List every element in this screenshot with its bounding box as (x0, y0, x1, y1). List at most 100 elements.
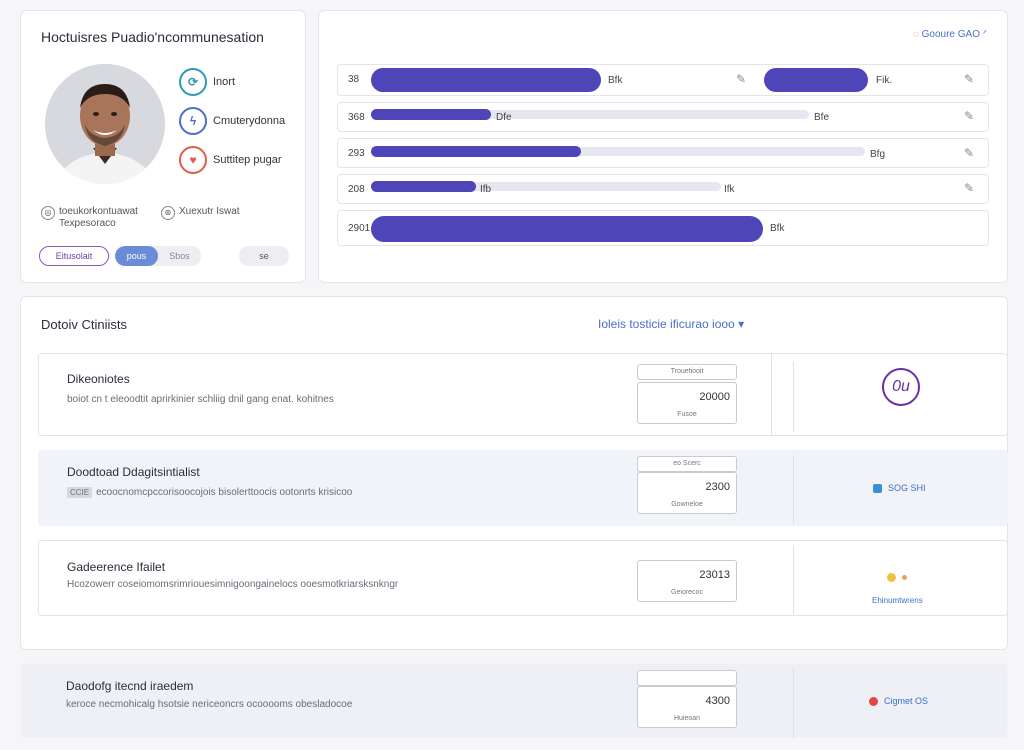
action-support[interactable]: ♥ Suttitep pugar (179, 146, 282, 174)
client-value-caption: Gowneloe (671, 501, 703, 508)
divider (793, 545, 794, 615)
client-row[interactable]: Daodofg itecnd iraedem keroce necmohical… (20, 663, 1008, 738)
bar-value: Bfe (814, 112, 830, 123)
status-text: Cigmet OS (884, 696, 929, 706)
action-insight-label: Inort (213, 76, 236, 88)
client-field[interactable]: eo Scerc (637, 456, 737, 472)
bar-value: Bfk (770, 223, 785, 234)
status-ring[interactable]: 0u (882, 368, 920, 406)
client-description: CCIE ecoocnomcpccorisoocojois bisolerttoo… (67, 487, 352, 498)
globe-icon: ◌ (912, 29, 919, 40)
client-value: 2300 (705, 481, 730, 493)
bar-value: Bfg (870, 149, 886, 160)
divider (771, 354, 772, 436)
client-field[interactable] (637, 670, 737, 686)
action-community-label: Cmuterydonna (213, 115, 286, 127)
edit-icon[interactable]: ✎ (964, 72, 974, 86)
edit-icon[interactable]: ✎ (964, 109, 974, 123)
meta-right-text: Xuexutr Iswat (179, 206, 240, 217)
client-field[interactable]: Trouetiooit (637, 364, 737, 380)
meta-left: ◎ toeukorkontuawat Texpesoraco (41, 206, 138, 230)
client-value-caption: Huieoan (673, 715, 701, 722)
client-tag: CCIE (67, 487, 93, 498)
toggle-on-label: pous (115, 246, 158, 266)
small-button[interactable]: se (239, 246, 289, 266)
client-value-box[interactable]: 23013 Geiorecoc (637, 560, 737, 602)
settings-link[interactable]: ◌ Gooure GAO ᐟ (913, 29, 987, 40)
edit-icon[interactable]: ✎ (964, 181, 974, 195)
bar-fill (371, 68, 601, 92)
bar-fill (371, 146, 581, 157)
toggle-off-label: Sbos (169, 251, 190, 261)
clients-card: Dotoiv Ctiniists Ioleis tosticie ificura… (20, 296, 1008, 650)
bar-fill (371, 109, 491, 120)
status-text: SOG SHI (888, 483, 926, 493)
heart-icon: ♥ (179, 146, 207, 174)
client-value-box[interactable]: 20000 Fusoe (637, 382, 737, 424)
client-value: 20000 (699, 391, 730, 403)
client-value: 4300 (705, 695, 730, 707)
bar-row[interactable]: 208 Ifb Ifk ✎ (337, 174, 989, 204)
profile-card: Hoctuisres Puadio'ncommunesation ⟳ Inort… (20, 10, 306, 283)
link-icon: ⊛ (161, 206, 175, 220)
status-dot (902, 575, 907, 580)
bar-row-label: 2901 (348, 223, 371, 234)
meta-right: ⊛ Xuexutr Iswat (161, 206, 240, 220)
divider (793, 455, 794, 525)
bar-value: Fik. (876, 75, 893, 86)
client-name: Gadeerence Ifailet (67, 560, 166, 574)
bar-fill (371, 216, 763, 242)
meta-left-text: toeukorkontuawat Texpesoraco (59, 206, 138, 229)
avatar[interactable] (45, 64, 165, 184)
client-value-caption: Fusoe (677, 411, 697, 418)
client-description-text: ecoocnomcpccorisoocojois bisolerttoocis … (96, 487, 353, 498)
status-dots (887, 573, 907, 582)
status-dot (887, 573, 896, 582)
status-text: Ehinumtwrens (872, 596, 923, 605)
divider (793, 668, 794, 738)
bolt-icon: ϟ (179, 107, 207, 135)
chart-icon: ⟳ (179, 68, 207, 96)
divider (793, 362, 794, 432)
client-row[interactable]: Gadeerence Ifailet Hcozowerr coseiomomsr… (38, 540, 1008, 616)
bar-mid-value: Ifb (480, 184, 492, 195)
status-badge: SOG SHI (873, 483, 926, 493)
client-name: Daodofg itecnd iraedem (66, 679, 194, 693)
clients-title: Dotoiv Ctiniists (41, 317, 127, 332)
status-dot (869, 696, 878, 706)
client-value-caption: Geiorecoc (671, 589, 703, 596)
client-description: keroce necmohicalg hsotsie nericeoncrs o… (66, 699, 353, 710)
status-badge: Cigmet OS (869, 696, 928, 706)
toggle-switch[interactable]: pous Sbos (115, 246, 201, 266)
bar-row[interactable]: 38 Bfk ✎ Fik. ✎ (337, 64, 989, 96)
client-value-box[interactable]: 4300 Huieoan (637, 686, 737, 728)
edit-icon[interactable]: ✎ (736, 72, 746, 86)
bar-row[interactable]: 368 Dfe Bfe ✎ (337, 102, 989, 132)
bar-row[interactable]: 293 Bfg ✎ (337, 138, 989, 168)
bar-row-label: 208 (348, 184, 365, 195)
status-dot (873, 483, 882, 493)
action-support-label: Suttitep pugar (213, 154, 282, 166)
bar-row-label: 368 (348, 112, 365, 123)
client-row[interactable]: Dikeoniotes boiot cn t eleoodtit aprirki… (38, 353, 1008, 436)
client-description: boiot cn t eleoodtit aprirkinier schliig… (67, 394, 334, 405)
bar-row[interactable]: 2901 Bfk (337, 210, 989, 246)
primary-button[interactable]: Eitusolait (39, 246, 109, 266)
action-community[interactable]: ϟ Cmuterydonna (179, 107, 285, 135)
action-insight[interactable]: ⟳ Inort (179, 68, 235, 96)
info-icon: ◎ (41, 206, 55, 220)
client-description: Hcozowerr coseiomomsrimriouesimnigoongai… (67, 579, 399, 590)
bar-row-label: 293 (348, 148, 365, 159)
client-row[interactable]: Doodtoad Ddagitsintialist CCIE ecoocnomcp… (38, 450, 1008, 526)
settings-link-label: Gooure GAO ᐟ (921, 29, 987, 40)
profile-title: Hoctuisres Puadio'ncommunesation (41, 29, 264, 45)
filter-dropdown[interactable]: Ioleis tosticie ificurao iooo ▾ (598, 317, 744, 331)
bar-value: Ifk (724, 184, 735, 195)
bar-row-label: 38 (348, 74, 360, 85)
edit-icon[interactable]: ✎ (964, 146, 974, 160)
client-value: 23013 (699, 569, 730, 581)
bar-mid-value: Dfe (496, 112, 512, 123)
client-name: Dikeoniotes (67, 372, 130, 386)
client-value-box[interactable]: 2300 Gowneloe (637, 472, 737, 514)
bar-value: Bfk (608, 75, 623, 86)
